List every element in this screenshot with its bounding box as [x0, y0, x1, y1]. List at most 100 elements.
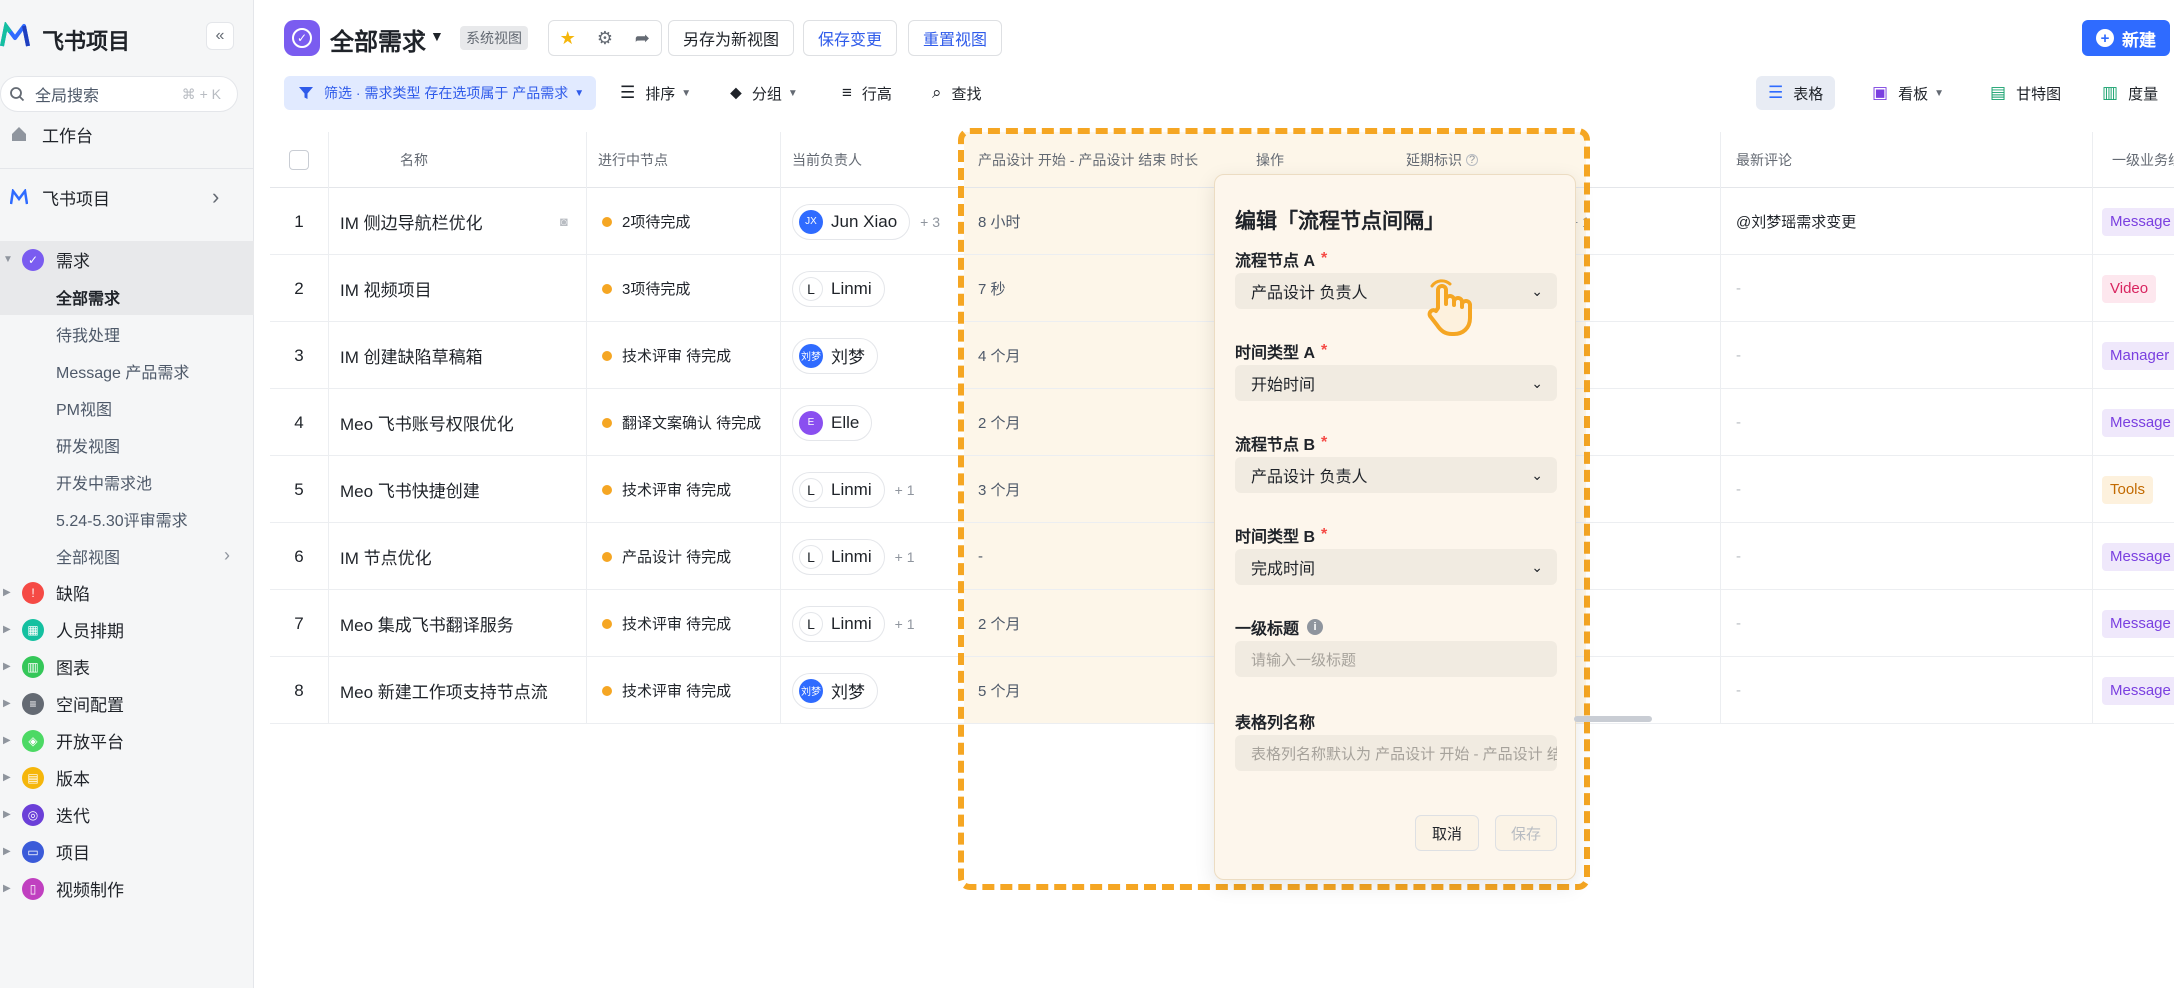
chevron-down-icon: ⌄ — [1531, 466, 1543, 483]
sidebar-group[interactable]: ▶! 缺陷 — [0, 574, 254, 611]
sidebar-group[interactable]: ▶ ≡ 空间配置 — [0, 685, 254, 722]
time-a-select[interactable]: 开始时间 ⌄ — [1235, 365, 1557, 401]
nav-workbench[interactable]: 工作台 — [0, 114, 254, 154]
sidebar-item-dev-pool[interactable]: 开发中需求池 — [0, 463, 254, 500]
business-line-cell: Message — [2092, 590, 2174, 657]
sort-label: 排序 — [645, 85, 676, 103]
node-b-value: 产品设计 负责人 — [1251, 469, 1368, 486]
owner-chip[interactable]: 刘梦 刘梦 — [792, 672, 878, 709]
demand-name[interactable]: Meo 新建工作项支持节点流 — [328, 657, 586, 724]
owner-chip[interactable]: 刘梦 刘梦 — [792, 337, 878, 374]
view-tab-table[interactable]: ☰ 表格 — [1756, 76, 1836, 110]
demand-name[interactable]: IM 创建缺陷草稿箱 — [328, 322, 586, 389]
owner-name: 刘梦 — [831, 348, 865, 367]
nav-feishu-project-label: 飞书项目 — [42, 189, 110, 209]
sidebar-group[interactable]: ▶ ◎ 迭代 — [0, 796, 254, 833]
owner-chip[interactable]: E Elle — [792, 404, 873, 441]
sidebar-item-all-demands[interactable]: 全部需求 — [0, 278, 254, 315]
demand-name[interactable]: IM 侧边导航栏优化 — [328, 188, 586, 255]
sidebar-group[interactable]: ▶ ▥ 图表 — [0, 648, 254, 685]
row-height-button[interactable]: ≡ 行高 — [842, 76, 892, 110]
cancel-button[interactable]: 取消 — [1415, 815, 1479, 851]
view-tab-kanban[interactable]: ▣ 看板 ▼ — [1860, 76, 1956, 110]
save-as-new-view-button[interactable]: 另存为新视图 — [668, 20, 795, 56]
sidebar-group-icon: ▯ — [22, 877, 44, 900]
horizontal-scrollbar[interactable] — [1574, 716, 1652, 722]
new-button[interactable]: + 新建 — [2082, 20, 2170, 56]
node-a-select[interactable]: 产品设计 负责人 ⌄ — [1235, 273, 1557, 309]
node-b-select[interactable]: 产品设计 负责人 ⌄ — [1235, 457, 1557, 493]
column-header-name[interactable]: 名称 — [328, 132, 586, 188]
save-button[interactable]: 保存 — [1495, 815, 1557, 851]
demand-name[interactable]: Meo 飞书快捷创建 — [328, 456, 586, 523]
select-all-cell — [270, 132, 328, 188]
title-dropdown-icon[interactable]: ▼ — [430, 28, 444, 44]
latest-comment: - — [1724, 523, 2090, 590]
sidebar-item-dev-view[interactable]: 研发视图 — [0, 426, 254, 463]
required-mark: * — [1321, 526, 1328, 543]
level1-title-input[interactable]: 请输入一级标题 — [1235, 641, 1557, 677]
select-all-checkbox[interactable] — [289, 150, 309, 170]
owner-chip[interactable]: JX Jun Xiao — [792, 203, 911, 240]
row-number: 4 — [294, 412, 304, 432]
column-name-label: 表格列名称 — [1235, 715, 1316, 732]
demand-name[interactable]: Meo 集成飞书翻译服务 — [328, 590, 586, 657]
node-b-label-text: 流程节点 B — [1235, 437, 1316, 454]
demand-name[interactable]: Meo 飞书账号权限优化 — [328, 389, 586, 456]
view-tab-metrics[interactable]: ▥ 度量 — [2090, 76, 2170, 110]
view-tab-gantt[interactable]: ▤ 甘特图 — [1978, 76, 2073, 110]
collapse-sidebar-button[interactable]: « — [206, 22, 234, 50]
sidebar-item-review-demands[interactable]: 5.24-5.30评审需求 — [0, 500, 254, 537]
find-button[interactable]: ⌕ 查找 — [932, 76, 982, 110]
view-actions: ★ ⚙ ➦ — [548, 20, 662, 56]
sort-button[interactable]: ☰ 排序 ▼ — [620, 76, 691, 110]
owner-chip[interactable]: L Linmi — [792, 270, 885, 307]
reset-view-button[interactable]: 重置视图 — [908, 20, 1003, 56]
latest-comment: - — [1724, 456, 2090, 523]
group-button[interactable]: ⬥ 分组 ▼ — [730, 76, 798, 110]
progress-node: 技术评审 待完成 — [586, 456, 780, 523]
owner-chip[interactable]: L Linmi — [792, 538, 885, 575]
sidebar-item-all-views[interactable]: 全部视图 › — [0, 537, 254, 574]
sidebar-group[interactable]: ▶ ▦ 人员排期 — [0, 611, 254, 648]
view-tab-label: 看板 — [1898, 85, 1929, 103]
chevron-down-icon: ⌄ — [1531, 282, 1543, 299]
sidebar-group-demand[interactable]: ▼ ✓ 需求 — [0, 241, 254, 278]
sidebar-group[interactable]: ▶ ▤ 版本 — [0, 759, 254, 796]
save-changes-button[interactable]: 保存变更 — [803, 20, 898, 56]
owner-chip[interactable]: L Linmi — [792, 471, 885, 508]
gear-icon[interactable]: ⚙ — [586, 21, 623, 55]
star-icon[interactable]: ★ — [549, 21, 586, 55]
column-name-input[interactable]: 表格列名称默认为 产品设计 开始 - 产品设计 结束 时长 — [1235, 735, 1557, 771]
sidebar-group[interactable]: ▶ ◈ 开放平台 — [0, 722, 254, 759]
column-header-comment[interactable]: 最新评论 — [1724, 132, 2090, 188]
latest-comment: @刘梦瑶需求变更 — [1724, 188, 2090, 255]
comment-text: - — [1736, 548, 1741, 565]
info-icon[interactable]: i — [1307, 619, 1324, 635]
latest-comment: - — [1724, 657, 2090, 724]
time-b-select[interactable]: 完成时间 ⌄ — [1235, 549, 1557, 585]
sidebar-group[interactable]: ▶ ▭ 项目 — [0, 833, 254, 870]
sidebar-item-my-pending[interactable]: 待我处理 — [0, 315, 254, 352]
owner-chip[interactable]: L Linmi — [792, 605, 885, 642]
nav-feishu-project[interactable]: 飞书项目 › — [0, 177, 254, 217]
comment-bubble-icon[interactable]: ◙ — [560, 188, 580, 255]
column-header-owner[interactable]: 当前负责人 — [780, 132, 964, 188]
owner-name: Linmi — [831, 613, 872, 633]
owner-name: 刘梦 — [831, 683, 865, 702]
column-header-progress[interactable]: 进行中节点 — [586, 132, 780, 188]
demand-name[interactable]: IM 节点优化 — [328, 523, 586, 590]
demand-name[interactable]: IM 视频项目 — [328, 255, 586, 322]
share-icon[interactable]: ➦ — [624, 21, 661, 55]
progress-text: 技术评审 待完成 — [622, 683, 732, 700]
progress-text: 翻译文案确认 待完成 — [622, 415, 762, 432]
sidebar-item-pm-view[interactable]: PM视图 — [0, 389, 254, 426]
global-search[interactable]: 全局搜索 ⌘ + K — [0, 76, 238, 112]
business-line-tag: Message — [2102, 542, 2174, 571]
sidebar-group-label: 空间配置 — [56, 696, 124, 715]
sidebar-group[interactable]: ▶ ▯ 视频制作 — [0, 870, 254, 907]
sidebar-item-message-demands[interactable]: Message 产品需求 — [0, 352, 254, 389]
column-header-business-line[interactable]: 一级业务线 — [2100, 132, 2174, 188]
filter-chip[interactable]: 筛选 · 需求类型 存在选项属于 产品需求 ▼ — [284, 76, 596, 110]
latest-comment: - — [1724, 389, 2090, 456]
